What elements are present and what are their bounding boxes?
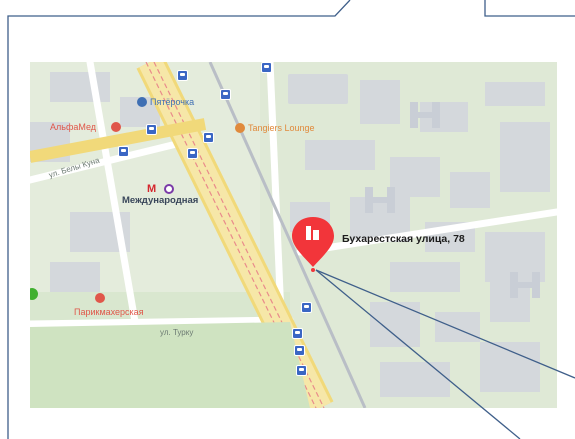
pointer-line-right [315,269,575,379]
pointer-lines [315,269,575,439]
pointer-line-down [315,269,521,439]
